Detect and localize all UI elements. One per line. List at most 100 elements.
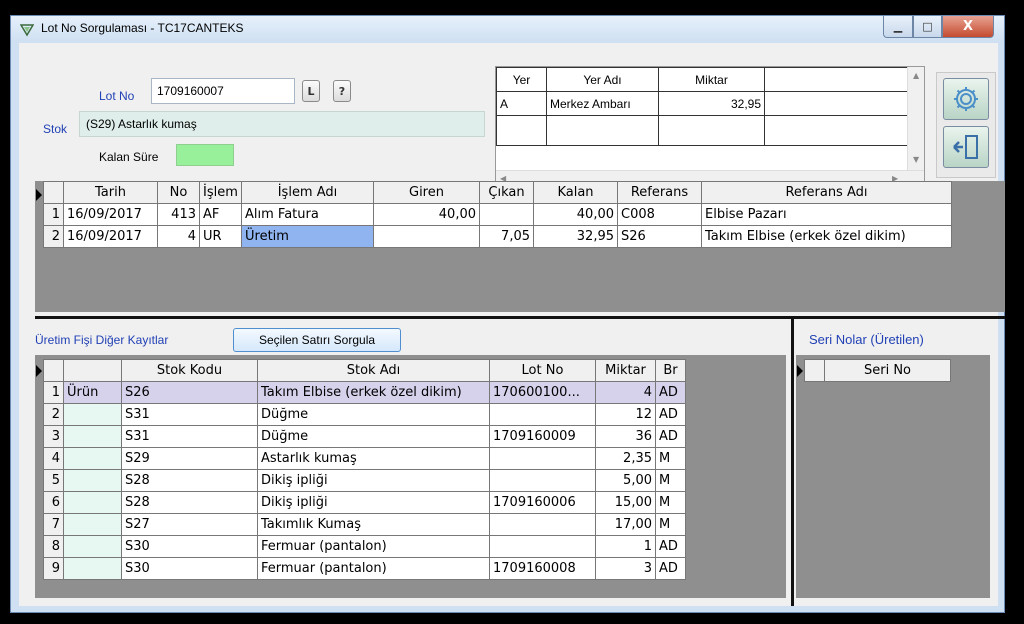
- col-stok-adi: Stok Adı: [257, 359, 490, 382]
- lot-no-input[interactable]: [151, 78, 295, 104]
- miktar-cell: 12: [595, 403, 656, 426]
- col-referans-adi: Referans Adı: [701, 181, 952, 204]
- yer-grid[interactable]: Yer Yer Adı Miktar A Merkez Ambarı 32,95…: [495, 66, 925, 188]
- col-miktar: Miktar: [595, 359, 656, 382]
- type-cell: [63, 447, 122, 470]
- stok-adi-cell: Dikiş ipliği: [257, 469, 490, 492]
- kalan-sure-label: Kalan Süre: [99, 150, 159, 164]
- table-row[interactable]: 5 S28 Dikiş ipliği 5,00 M: [43, 469, 686, 492]
- stok-kodu-cell: S28: [121, 469, 258, 492]
- table-row[interactable]: 3 S31 Düğme 1709160009 36 AD: [43, 425, 686, 448]
- table-row[interactable]: 6 S28 Dikiş ipliği 1709160006 15,00 M: [43, 491, 686, 514]
- br-cell: AD: [655, 535, 686, 558]
- seri-label: Seri Nolar (Üretilen): [809, 332, 924, 347]
- br-cell: AD: [655, 403, 686, 426]
- exit-door-icon: [953, 135, 978, 159]
- stok-kodu-cell: S31: [121, 403, 258, 426]
- miktar-cell: 4: [595, 381, 656, 404]
- col-empty: [764, 67, 909, 92]
- miktar-cell: 36: [595, 425, 656, 448]
- table-row[interactable]: 9 S30 Fermuar (pantalon) 1709160008 3 AD: [43, 557, 686, 580]
- exit-button[interactable]: [943, 126, 989, 168]
- referans-cell: C008: [617, 203, 702, 226]
- horizontal-divider[interactable]: [35, 316, 1005, 319]
- col-yer-adi: Yer Adı: [546, 67, 659, 92]
- stok-kodu-cell: S29: [121, 447, 258, 470]
- table-row[interactable]: 1 Ürün S26 Takım Elbise (erkek özel dikim) 1…: [43, 381, 686, 404]
- row-number: 2: [43, 225, 64, 248]
- vertical-divider[interactable]: [791, 319, 794, 606]
- stok-label: Stok: [43, 122, 68, 136]
- help-button[interactable]: ?: [333, 80, 351, 102]
- col-stok-kodu: Stok Kodu: [121, 359, 258, 382]
- close-button[interactable]: X: [942, 16, 994, 38]
- lot-no-cell: 1709160008: [489, 557, 596, 580]
- stok-adi-cell: Düğme: [257, 425, 490, 448]
- lot-no-cell: 170600100...: [489, 381, 596, 404]
- cikan-cell: 7,05: [479, 225, 534, 248]
- yer-vertical-scrollbar[interactable]: ▲ ▼: [907, 67, 924, 171]
- table-row[interactable]: 2 S31 Düğme 12 AD: [43, 403, 686, 426]
- lot-no-cell: 1709160006: [489, 491, 596, 514]
- giren-cell: 40,00: [373, 203, 480, 226]
- referans-adi-cell: Takım Elbise (erkek özel dikim): [701, 225, 952, 248]
- type-cell: [63, 425, 122, 448]
- stok-adi-cell: Fermuar (pantalon): [257, 535, 490, 558]
- col-br: Br: [655, 359, 686, 382]
- stok-adi-cell: Takım Elbise (erkek özel dikim): [257, 381, 490, 404]
- lot-no-cell: [489, 535, 596, 558]
- title-bar[interactable]: Lot No Sorgulaması - TC17CANTEKS ▁ □ X: [11, 16, 1004, 42]
- maximize-button[interactable]: □: [913, 16, 942, 38]
- hareket-grid[interactable]: Tarih No İşlem İşlem Adı Giren Çıkan Kal…: [35, 181, 1005, 312]
- table-row[interactable]: 4 S29 Astarlık kumaş 2,35 M: [43, 447, 686, 470]
- br-cell: M: [655, 491, 686, 514]
- referans-cell: S26: [617, 225, 702, 248]
- type-cell: [63, 513, 122, 536]
- lot-no-cell: 1709160009: [489, 425, 596, 448]
- table-row[interactable]: A Merkez Ambarı 32,95: [496, 91, 909, 116]
- empty-cell: [764, 91, 909, 116]
- app-icon: [20, 24, 34, 37]
- col-yer: Yer: [496, 67, 547, 92]
- type-cell: [63, 557, 122, 580]
- islem-adi-cell: Alım Fatura: [241, 203, 374, 226]
- row-marker-icon: [36, 365, 42, 377]
- row-number: 1: [43, 203, 64, 226]
- table-row[interactable]: 2 16/09/2017 4 UR Üretim 7,05 32,95 S26 …: [43, 225, 952, 248]
- lot-lookup-button[interactable]: L: [302, 80, 320, 102]
- col-referans: Referans: [617, 181, 702, 204]
- settings-button[interactable]: [943, 78, 989, 120]
- br-cell: AD: [655, 557, 686, 580]
- tarih-cell: 16/09/2017: [63, 203, 158, 226]
- help-icon: ?: [338, 84, 346, 98]
- scroll-up-icon[interactable]: ▲: [913, 71, 919, 80]
- col-islem: İşlem: [199, 181, 242, 204]
- kalan-cell: 40,00: [533, 203, 618, 226]
- header-indicator: [43, 359, 64, 382]
- yer-cell: A: [496, 91, 547, 116]
- stok-adi-cell: Düğme: [257, 403, 490, 426]
- close-icon: X: [962, 19, 974, 34]
- uretim-grid[interactable]: Stok Kodu Stok Adı Lot No Miktar Br 1 Ürü…: [35, 355, 786, 598]
- miktar-cell: 32,95: [658, 91, 765, 116]
- header-indicator: [43, 181, 64, 204]
- minimize-icon: ▁: [893, 20, 903, 33]
- row-number: 6: [43, 491, 64, 514]
- kalan-cell: 32,95: [533, 225, 618, 248]
- table-row[interactable]: 8 S30 Fermuar (pantalon) 1 AD: [43, 535, 686, 558]
- minimize-button[interactable]: ▁: [883, 16, 913, 38]
- scroll-down-icon[interactable]: ▼: [913, 155, 919, 164]
- stok-kodu-cell: S31: [121, 425, 258, 448]
- table-row[interactable]: 7 S27 Takımlık Kumaş 17,00 M: [43, 513, 686, 536]
- stok-adi-cell: Astarlık kumaş: [257, 447, 490, 470]
- table-row[interactable]: 1 16/09/2017 413 AF Alım Fatura 40,00 40…: [43, 203, 952, 226]
- uretim-label: Üretim Fişi Diğer Kayıtlar: [35, 333, 169, 347]
- seri-grid[interactable]: Seri No: [796, 355, 990, 598]
- stok-adi-cell: Takımlık Kumaş: [257, 513, 490, 536]
- lot-no-cell: [489, 403, 596, 426]
- type-cell: [63, 491, 122, 514]
- lot-no-label: Lot No: [99, 89, 135, 103]
- yer-adi-cell: Merkez Ambarı: [546, 91, 659, 116]
- secilen-satiri-sorgula-button[interactable]: Seçilen Satırı Sorgula: [233, 328, 401, 352]
- type-cell: [63, 535, 122, 558]
